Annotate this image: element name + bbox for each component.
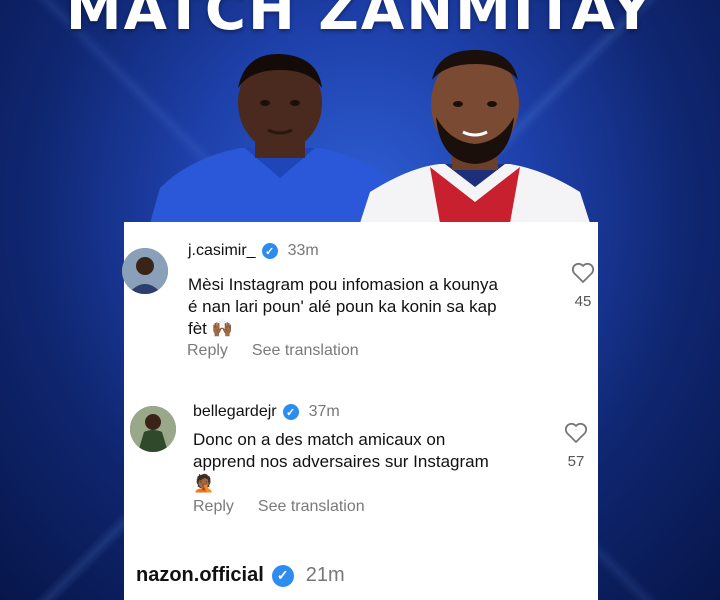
comment-time: 33m	[287, 242, 319, 259]
verified-badge-icon: ✓	[271, 564, 294, 587]
banner-headline: MATCH ZANMITAY	[65, 0, 655, 43]
heart-icon[interactable]	[564, 422, 588, 444]
comment-actions: Reply See translation	[187, 342, 359, 360]
comment-time: 37m	[308, 403, 340, 420]
username[interactable]: j.casimir_	[188, 242, 256, 260]
like-control: 57	[561, 422, 591, 470]
avatar[interactable]	[130, 406, 176, 452]
verified-badge-icon: ✓	[282, 404, 299, 420]
comment-header: bellegardejr ✓ 37m	[193, 403, 340, 421]
reply-button[interactable]: Reply	[193, 498, 234, 516]
like-count: 45	[574, 293, 592, 310]
username[interactable]: nazon.official	[136, 564, 264, 587]
comment-text: Mèsi Instagram pou infomasion a kounya é…	[188, 274, 498, 340]
avatar-image	[130, 406, 176, 452]
like-control: 45	[568, 262, 598, 310]
comments-card: j.casimir_ ✓ 33m Mèsi Instagram pou info…	[122, 222, 598, 600]
comment-text-line: Donc on a des match amicaux on	[193, 430, 446, 449]
comment-header: j.casimir_ ✓ 33m	[188, 242, 319, 260]
avatar-image	[122, 248, 168, 294]
username[interactable]: bellegardejr	[193, 403, 277, 421]
comment-text-line: 🤦🏾	[193, 474, 215, 493]
avatar[interactable]	[122, 248, 168, 294]
player-right-image	[360, 50, 590, 223]
heart-icon[interactable]	[571, 262, 595, 284]
comment-text-line: apprend nos adversaires sur Instagram	[193, 452, 489, 471]
see-translation-button[interactable]: See translation	[252, 342, 359, 360]
comment-actions: Reply See translation	[193, 498, 365, 516]
verified-badge-icon: ✓	[261, 243, 278, 259]
reply-button[interactable]: Reply	[187, 342, 228, 360]
comment-time: 21m	[305, 564, 345, 586]
comment-text-line: Mèsi Instagram pou infomasion a kounya	[188, 275, 498, 294]
comment-text-line: fèt 🙌🏾	[188, 319, 233, 338]
comment-header: nazon.official ✓ 21m	[136, 564, 345, 587]
comment-text: Donc on a des match amicaux on apprend n…	[193, 429, 489, 495]
like-count: 57	[567, 453, 585, 470]
see-translation-button[interactable]: See translation	[258, 498, 365, 516]
comment-text-line: é nan lari poun' alé poun ka konin sa ka…	[188, 297, 497, 316]
